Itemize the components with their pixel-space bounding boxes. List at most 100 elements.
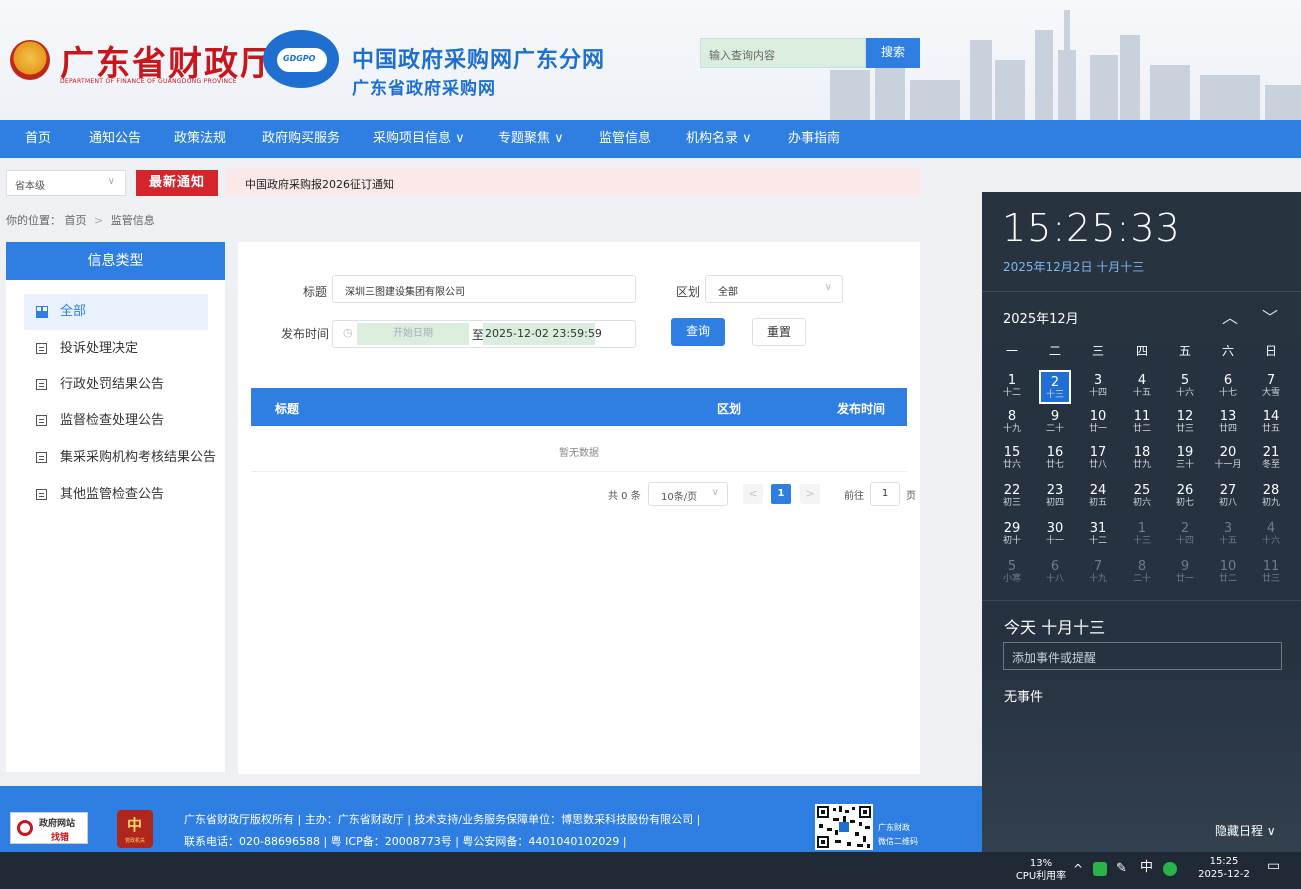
calendar-day[interactable]: 6 十八 — [1035, 556, 1075, 590]
calendar-day[interactable]: 31 十二 — [1078, 518, 1118, 552]
search-input[interactable]: 输入查询内容 — [700, 38, 866, 68]
calendar-month-label[interactable]: 2025年12月 — [1003, 308, 1079, 327]
notification-icon[interactable]: ▭ — [1267, 859, 1280, 873]
taskbar-clock[interactable]: 15:25 2025-12-2 — [1196, 855, 1252, 881]
nav-item-supervision[interactable]: 监管信息 — [599, 120, 651, 158]
calendar-day[interactable]: 13 廿四 — [1208, 406, 1248, 440]
gov-site-error-report-logo[interactable]: 政府网站 找错 — [10, 812, 88, 844]
calendar-day-today[interactable]: 2 十三 — [1039, 370, 1071, 404]
calendar-day[interactable]: 26 初七 — [1165, 480, 1205, 514]
sidebar-item-other-inspections[interactable]: 其他监管检查公告 — [24, 477, 208, 513]
calendar-day[interactable]: 8 二十 — [1122, 556, 1162, 590]
calendar-day[interactable]: 9 廿一 — [1165, 556, 1205, 590]
hide-schedule-button[interactable]: 隐藏日程 ∨ — [1215, 822, 1276, 839]
calendar-day[interactable]: 28 初九 — [1251, 480, 1291, 514]
page-size-select[interactable]: 10条/页 ∨ — [648, 482, 728, 506]
calendar-day[interactable]: 29 初十 — [992, 518, 1032, 552]
calendar-day[interactable]: 4 十五 — [1122, 370, 1162, 404]
cpu-usage-widget[interactable]: 13% CPU利用率 — [1012, 857, 1070, 883]
lunar-date: 十六 — [1261, 536, 1280, 546]
calendar-day[interactable]: 9 二十 — [1035, 406, 1075, 440]
lunar-date: 廿七 — [1045, 460, 1064, 470]
calendar-day[interactable]: 22 初三 — [992, 480, 1032, 514]
calendar-day[interactable]: 21 冬至 — [1251, 442, 1291, 476]
calendar-day[interactable]: 27 初八 — [1208, 480, 1248, 514]
calendar-day[interactable]: 24 初五 — [1078, 480, 1118, 514]
nav-item-notices[interactable]: 通知公告 — [89, 120, 141, 158]
nav-item-policies[interactable]: 政策法规 — [174, 120, 226, 158]
goto-page-input[interactable]: 1 — [870, 482, 900, 506]
title-filter-input[interactable]: 深圳三图建设集团有限公司 — [332, 275, 636, 303]
pen-tray-icon[interactable]: ✎ — [1116, 862, 1127, 875]
calendar-day[interactable]: 1 十二 — [992, 370, 1032, 404]
chevron-up-icon[interactable]: ^ — [1073, 863, 1083, 876]
calendar-day[interactable]: 3 十五 — [1208, 518, 1248, 552]
sidebar-item-inspection-notices[interactable]: 监督检查处理公告 — [24, 403, 208, 439]
ime-indicator[interactable]: 中 — [1140, 861, 1153, 874]
next-page-button[interactable]: > — [800, 484, 820, 504]
calendar-day[interactable]: 3 十四 — [1078, 370, 1118, 404]
calendar-day[interactable]: 4 十六 — [1251, 518, 1291, 552]
page-number-current[interactable]: 1 — [771, 484, 791, 504]
lunar-date: 廿六 — [1002, 460, 1021, 470]
sidebar-item-agency-assessment[interactable]: 集采采购机构考核结果公告 — [24, 440, 224, 476]
start-date-input[interactable]: 开始日期 — [357, 323, 469, 345]
green-app-tray-icon[interactable] — [1163, 862, 1177, 876]
breadcrumb-home[interactable]: 首页 — [65, 214, 87, 227]
sidebar-item-complaint-decisions[interactable]: 投诉处理决定 — [24, 331, 208, 367]
nav-item-home[interactable]: 首页 — [25, 120, 51, 158]
calendar-day[interactable]: 1 十三 — [1122, 518, 1162, 552]
end-date-input[interactable]: 2025-12-02 23:59:59 — [483, 323, 602, 345]
sidebar-item-all[interactable]: 全部 — [24, 294, 208, 330]
calendar-day[interactable]: 19 三十 — [1165, 442, 1205, 476]
calendar-day[interactable]: 16 廿七 — [1035, 442, 1075, 476]
region-select[interactable]: 省本级 ∨ — [6, 170, 126, 196]
calendar-day[interactable]: 12 廿三 — [1165, 406, 1205, 440]
add-event-input[interactable]: 添加事件或提醒 — [1003, 642, 1282, 670]
calendar-day[interactable]: 10 廿二 — [1208, 556, 1248, 590]
nav-item-gov-services[interactable]: 政府购买服务 — [262, 120, 340, 158]
reset-button[interactable]: 重置 — [752, 318, 806, 346]
qr-label-line1: 广东财政 — [878, 823, 910, 832]
calendar-day[interactable]: 2 十四 — [1165, 518, 1205, 552]
site-title[interactable]: 中国政府采购网广东分网 — [352, 42, 605, 74]
calendar-day[interactable]: 30 十一 — [1035, 518, 1075, 552]
region-filter-select[interactable]: 全部 ∨ — [705, 275, 843, 303]
calendar-day[interactable]: 15 廿六 — [992, 442, 1032, 476]
nav-item-directory[interactable]: 机构名录 ∨ — [686, 120, 752, 158]
calendar-day[interactable]: 20 十一月 — [1208, 442, 1248, 476]
day-number: 10 — [1089, 409, 1107, 424]
chevron-up-icon[interactable]: ︿ — [1222, 304, 1238, 328]
nav-item-guide[interactable]: 办事指南 — [788, 120, 840, 158]
sidebar-item-penalty-results[interactable]: 行政处罚结果公告 — [24, 367, 208, 403]
query-button[interactable]: 查询 — [671, 318, 725, 346]
chevron-down-icon[interactable]: ﹀ — [1262, 304, 1278, 328]
calendar-day[interactable]: 11 廿三 — [1251, 556, 1291, 590]
prev-page-button[interactable]: < — [743, 484, 763, 504]
calendar-day[interactable]: 7 十九 — [1078, 556, 1118, 590]
search-icon — [17, 820, 33, 836]
calendar-day[interactable]: 7 大雪 — [1251, 370, 1291, 404]
calendar-day[interactable]: 6 十七 — [1208, 370, 1248, 404]
gdgpo-logo[interactable]: GDGPO — [263, 30, 339, 88]
calendar-day[interactable]: 17 廿八 — [1078, 442, 1118, 476]
calendar-day[interactable]: 10 廿一 — [1078, 406, 1118, 440]
nav-item-topics[interactable]: 专题聚焦 ∨ — [498, 120, 564, 158]
party-gov-org-badge[interactable]: 中 党政机关 — [117, 810, 153, 848]
calendar-day[interactable]: 11 廿二 — [1122, 406, 1162, 440]
lunar-date: 大雪 — [1261, 388, 1280, 398]
calendar-day[interactable]: 5 十六 — [1165, 370, 1205, 404]
calendar-day[interactable]: 25 初六 — [1122, 480, 1162, 514]
wechat-tray-icon[interactable] — [1093, 862, 1107, 876]
calendar-day[interactable]: 14 廿五 — [1251, 406, 1291, 440]
calendar-day[interactable]: 23 初四 — [1035, 480, 1075, 514]
calendar-day[interactable]: 8 十九 — [992, 406, 1032, 440]
clock-date-link[interactable]: 2025年12月2日 十月十三 — [1003, 258, 1144, 275]
calendar-day[interactable]: 5 小寒 — [992, 556, 1032, 590]
notice-link[interactable]: 中国政府采购报2026征订通知 — [245, 176, 394, 192]
calendar-day[interactable]: 18 廿九 — [1122, 442, 1162, 476]
empty-state-text: 暂无数据 — [559, 448, 599, 459]
date-range-picker[interactable]: ◷ 开始日期 至 2025-12-02 23:59:59 — [332, 320, 636, 348]
nav-item-procurement-projects[interactable]: 采购项目信息 ∨ — [373, 120, 465, 158]
search-button[interactable]: 搜索 — [866, 38, 920, 68]
